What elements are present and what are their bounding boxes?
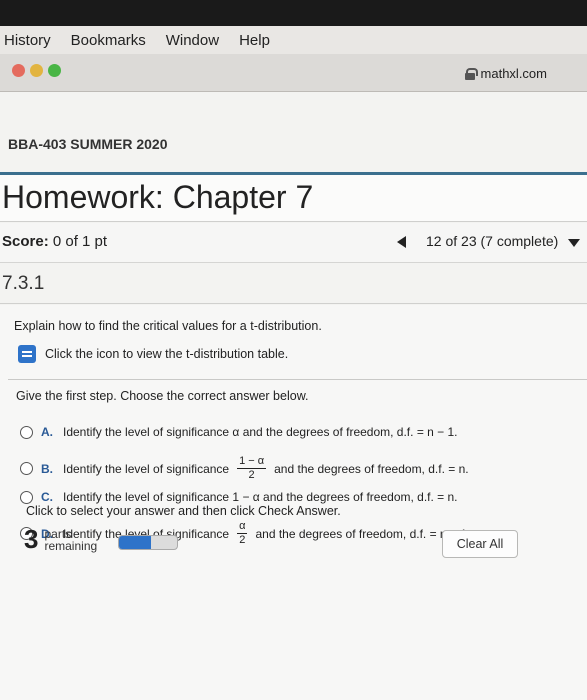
address-bar[interactable]: mathxl.com bbox=[464, 66, 547, 81]
fraction-d: α 2 bbox=[237, 520, 248, 547]
browser-toolbar: mathxl.com bbox=[0, 54, 587, 92]
option-letter-c: C. bbox=[41, 490, 53, 504]
parts-label: parts remaining bbox=[44, 528, 97, 552]
score-value: 0 of 1 pt bbox=[52, 233, 108, 250]
option-text-c: Identify the level of significance 1 − α… bbox=[63, 490, 458, 504]
radio-a[interactable] bbox=[20, 425, 33, 439]
parts-progress-fill bbox=[119, 536, 151, 549]
fraction-d-numerator: α bbox=[237, 520, 248, 534]
parts-count: 3 bbox=[24, 524, 39, 554]
question-progress[interactable]: 12 of 23 (7 complete) bbox=[426, 233, 558, 249]
question-instruction: Give the first step. Choose the correct … bbox=[16, 389, 309, 403]
question-panel: Explain how to find the critical values … bbox=[0, 305, 587, 700]
clear-all-button[interactable]: Clear All bbox=[442, 530, 518, 558]
menu-bar: History Bookmarks Window Help bbox=[0, 26, 587, 54]
page: BBA-403 SUMMER 2020 Homework: Chapter 7 … bbox=[0, 92, 587, 700]
minimize-window-button[interactable] bbox=[30, 64, 43, 77]
menu-window[interactable]: Window bbox=[166, 32, 219, 49]
radio-c[interactable] bbox=[20, 490, 33, 504]
fraction-d-denominator: 2 bbox=[239, 534, 246, 546]
footer-instruction: Click to select your answer and then cli… bbox=[26, 504, 341, 518]
table-link[interactable]: Click the icon to view the t-distributio… bbox=[18, 345, 288, 363]
question-list-dropdown-icon[interactable] bbox=[568, 239, 580, 247]
radio-b[interactable] bbox=[20, 462, 33, 475]
menu-help[interactable]: Help bbox=[239, 32, 270, 49]
question-number: 7.3.1 bbox=[2, 273, 45, 294]
score: Score: 0 of 1 pt bbox=[2, 233, 107, 250]
url-text: mathxl.com bbox=[480, 66, 547, 81]
parts-remaining: 3 parts remaining bbox=[24, 524, 97, 555]
option-letter-b: B. bbox=[41, 461, 53, 476]
answer-option-a[interactable]: A. Identify the level of significance α … bbox=[20, 425, 458, 439]
answer-option-c[interactable]: C. Identify the level of significance 1 … bbox=[20, 490, 458, 504]
close-window-button[interactable] bbox=[12, 64, 25, 77]
table-link-text: Click the icon to view the t-distributio… bbox=[45, 347, 289, 361]
divider bbox=[8, 379, 587, 380]
fraction-b-numerator: 1 − α bbox=[237, 455, 267, 469]
fraction-b-denominator: 2 bbox=[248, 469, 255, 481]
parts-progress-bar bbox=[118, 535, 178, 550]
question-number-row: 7.3.1 bbox=[0, 264, 587, 304]
previous-question-icon[interactable] bbox=[397, 236, 406, 248]
option-text-b-post: and the degrees of freedom, d.f. = n. bbox=[274, 461, 469, 476]
option-text-b-pre: Identify the level of significance bbox=[63, 461, 230, 476]
option-text-d-post: and the degrees of freedom, d.f. = n − 1… bbox=[255, 526, 471, 541]
menu-bookmarks[interactable]: Bookmarks bbox=[71, 32, 146, 49]
parts-label-line2: remaining bbox=[44, 538, 98, 553]
table-icon[interactable] bbox=[18, 345, 36, 363]
question-prompt: Explain how to find the critical values … bbox=[14, 319, 322, 333]
fraction-b: 1 − α 2 bbox=[237, 455, 267, 482]
zoom-window-button[interactable] bbox=[48, 64, 61, 77]
option-text-a: Identify the level of significance α and… bbox=[63, 425, 458, 439]
answer-option-b[interactable]: B. Identify the level of significance 1 … bbox=[20, 455, 469, 482]
lock-icon bbox=[464, 68, 478, 80]
option-letter-a: A. bbox=[41, 425, 53, 439]
score-label: Score: bbox=[2, 233, 49, 250]
score-row: Score: 0 of 1 pt 12 of 23 (7 complete) bbox=[0, 223, 587, 263]
homework-header: Homework: Chapter 7 bbox=[0, 172, 587, 222]
course-name: BBA-403 SUMMER 2020 bbox=[8, 136, 168, 152]
page-title: Homework: Chapter 7 bbox=[2, 179, 314, 215]
menu-history[interactable]: History bbox=[4, 32, 51, 49]
